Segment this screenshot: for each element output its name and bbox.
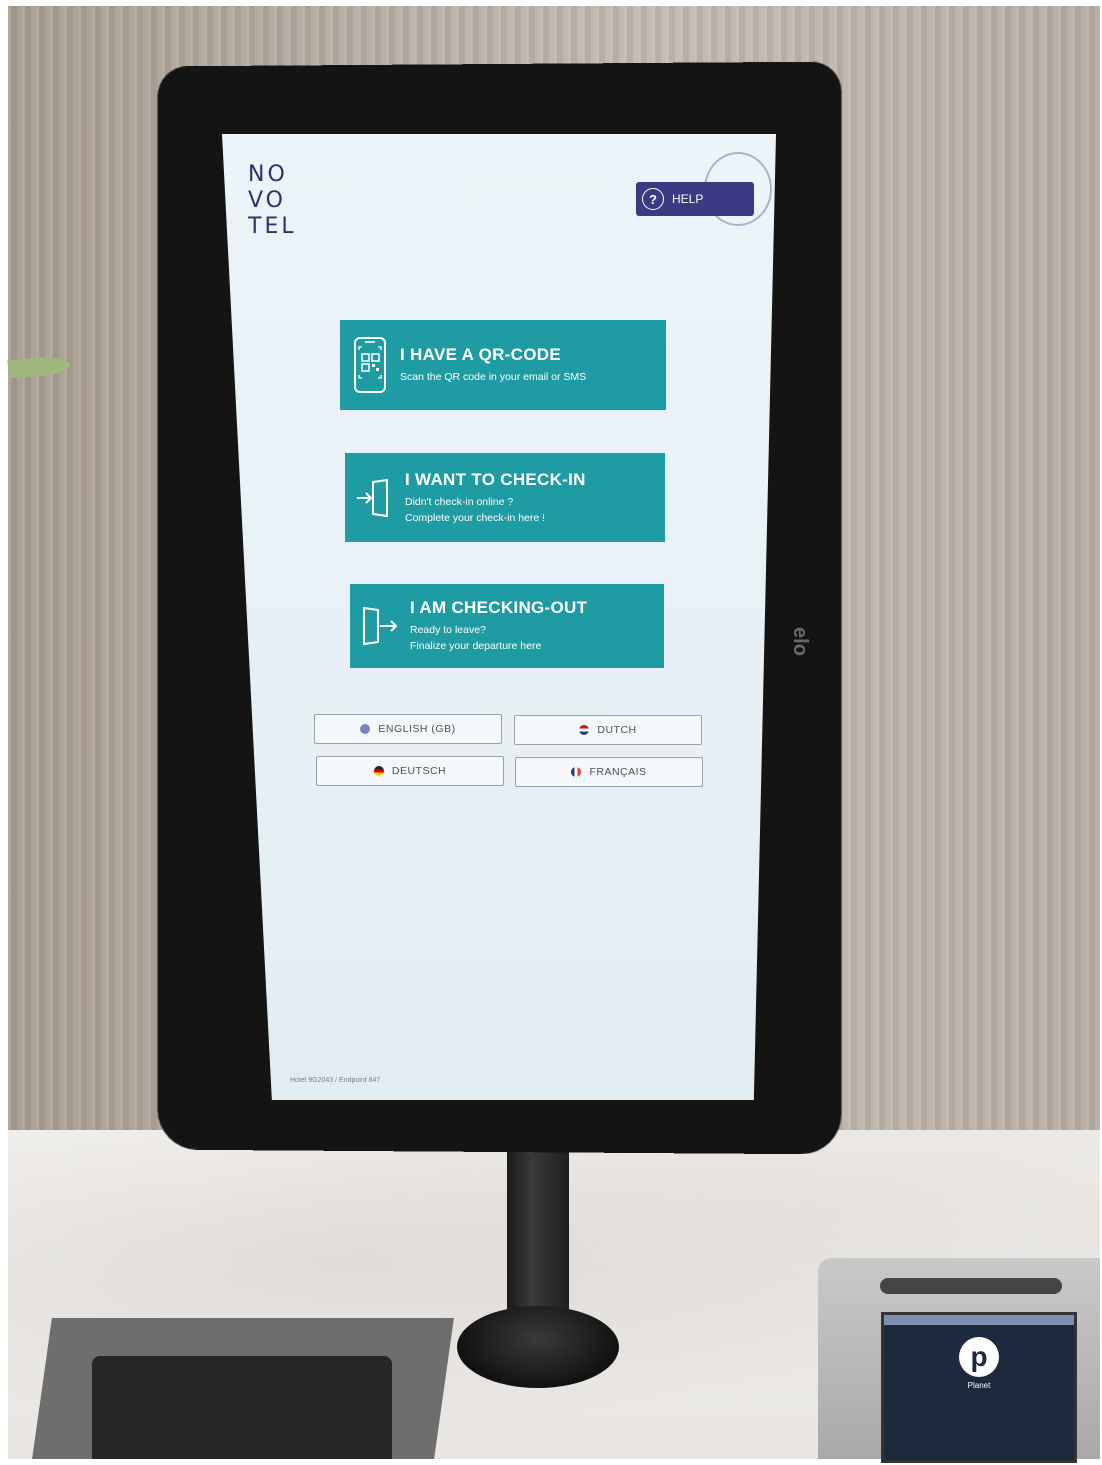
kiosk-screen: NO VO TEL ? HELP I HAVE A QR-CODE Scan t… [222, 134, 776, 1100]
door-enter-icon [345, 476, 405, 520]
check-out-subtitle: Ready to leave? Finalize your departure … [410, 622, 587, 654]
language-label: DEUTSCH [391, 765, 447, 777]
check-in-subtitle: Didn't check-in online ? Complete your c… [405, 494, 586, 526]
netherlands-flag-icon [579, 725, 590, 735]
card-dispenser-slot [92, 1356, 392, 1459]
logo-line: VO [248, 188, 286, 213]
language-label: DUTCH [597, 724, 637, 736]
novotel-logo: NO VO TEL [248, 162, 297, 240]
logo-line: TEL [248, 214, 297, 239]
elo-logo: elo [788, 627, 811, 656]
check-in-button[interactable]: I WANT TO CHECK-IN Didn't check-in onlin… [345, 453, 665, 542]
terminal-screen: p Planet [881, 1312, 1077, 1463]
check-in-text: I WANT TO CHECK-IN Didn't check-in onlin… [405, 470, 586, 526]
check-out-button[interactable]: I AM CHECKING-OUT Ready to leave? Finali… [350, 584, 664, 668]
language-english-button[interactable]: ENGLISH (GB) [314, 714, 502, 744]
qr-phone-icon [340, 336, 400, 394]
help-button[interactable]: ? HELP [636, 182, 754, 216]
germany-flag-icon [373, 766, 384, 776]
terminal-brand: Planet [967, 1381, 991, 1390]
kiosk-base [457, 1306, 619, 1388]
check-in-title: I WANT TO CHECK-IN [405, 469, 586, 489]
question-circle-icon: ? [642, 188, 664, 210]
logo-line: NO [248, 162, 288, 187]
france-flag-icon [571, 767, 582, 777]
check-in-line: Didn't check-in online ? [405, 495, 514, 508]
check-out-text: I AM CHECKING-OUT Ready to leave? Finali… [410, 598, 587, 654]
card-reader-slot [880, 1278, 1062, 1294]
qr-code-subtitle: Scan the QR code in your email or SMS [400, 371, 587, 383]
language-deutsch-button[interactable]: DEUTSCH [316, 756, 504, 786]
check-in-line: Complete your check-in here ! [405, 511, 546, 524]
help-label: HELP [672, 192, 704, 206]
check-out-title: I AM CHECKING-OUT [410, 598, 588, 617]
qr-code-text: I HAVE A QR-CODE Scan the QR code in you… [400, 345, 586, 385]
qr-code-title: I HAVE A QR-CODE [400, 345, 561, 364]
language-label: FRANÇAIS [589, 766, 647, 778]
check-out-line: Ready to leave? [410, 624, 486, 636]
language-dutch-button[interactable]: DUTCH [514, 715, 702, 745]
check-out-line: Finalize your departure here [410, 640, 542, 652]
uk-flag-icon [360, 724, 371, 734]
language-label: ENGLISH (GB) [378, 723, 456, 735]
qr-code-button[interactable]: I HAVE A QR-CODE Scan the QR code in you… [340, 320, 666, 410]
door-exit-icon [350, 604, 410, 648]
hotel-endpoint-footer: Hotel 9G2043 / Endpoint 847 [290, 1077, 381, 1084]
language-francais-button[interactable]: FRANÇAIS [515, 757, 703, 787]
planet-logo-icon: p [959, 1337, 999, 1377]
